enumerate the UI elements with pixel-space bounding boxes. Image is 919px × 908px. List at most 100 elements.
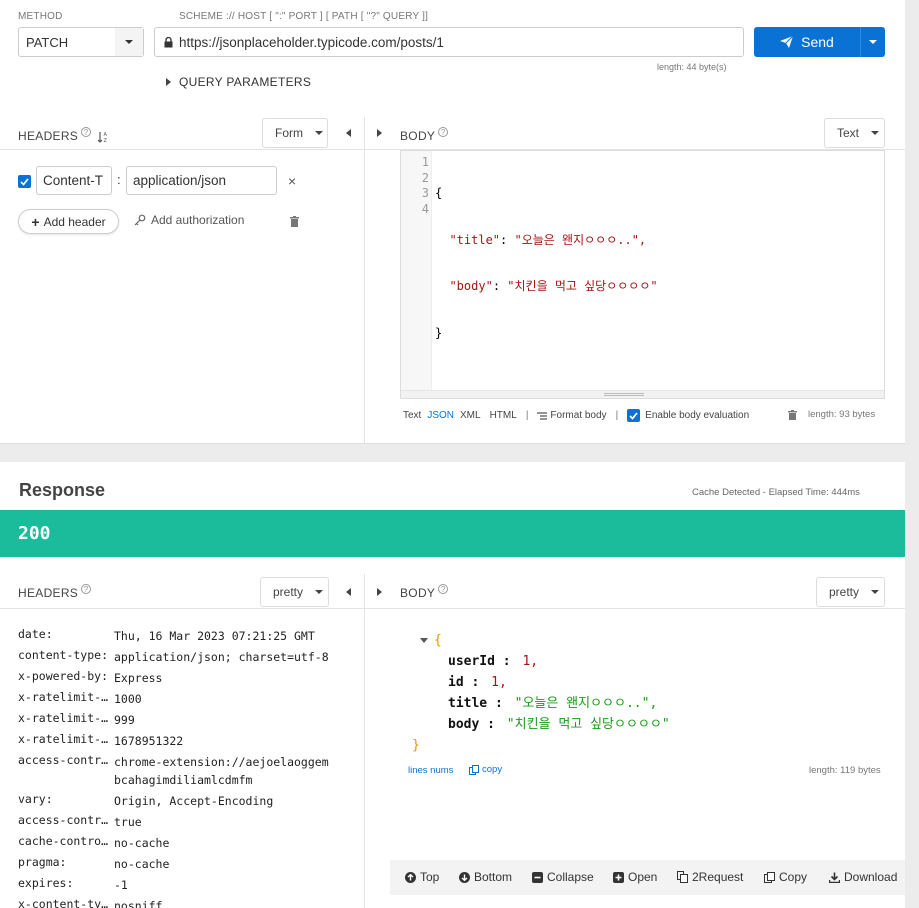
response-body-mode-dropdown[interactable]: pretty xyxy=(816,577,885,607)
to-request-button[interactable]: 2Request xyxy=(677,862,743,892)
header-key: content-type: xyxy=(18,648,109,662)
send-button[interactable]: Send xyxy=(754,27,860,57)
remove-header-icon[interactable]: × xyxy=(288,173,296,189)
collapse-left-button[interactable] xyxy=(346,588,351,596)
caret-right-icon xyxy=(166,78,171,86)
collapse-button[interactable]: Collapse xyxy=(532,862,594,892)
arrow-down-circle-icon xyxy=(459,871,470,883)
json-brace: } xyxy=(412,738,420,753)
send-label: Send xyxy=(801,34,834,50)
query-parameters-label: QUERY PARAMETERS xyxy=(179,75,312,89)
add-header-label: Add header xyxy=(43,214,106,229)
add-authorization-button[interactable]: Add authorization xyxy=(134,213,244,227)
lock-icon xyxy=(164,37,173,48)
resize-bar[interactable] xyxy=(401,390,884,398)
header-value: no-cache xyxy=(114,836,170,850)
sort-icon[interactable]: AZ xyxy=(97,131,109,144)
line-number: 2 xyxy=(421,170,429,185)
header-key: date: xyxy=(18,627,53,641)
format-html[interactable]: HTML xyxy=(490,410,517,421)
resize-handle[interactable] xyxy=(604,393,644,396)
format-body-button[interactable]: Format body xyxy=(537,410,607,421)
method-label: METHOD xyxy=(18,11,63,22)
format-body-label: Format body xyxy=(550,410,607,421)
header-name-input[interactable]: Content-T xyxy=(36,166,112,195)
trash-icon[interactable] xyxy=(290,216,299,227)
response-headers-title: HEADERS? xyxy=(18,584,92,600)
check-icon xyxy=(20,177,29,186)
scroll-top-button[interactable]: Top xyxy=(405,862,439,892)
divider xyxy=(0,608,364,609)
status-bar: 200 xyxy=(0,510,905,557)
header-enabled-checkbox[interactable] xyxy=(18,175,31,188)
url-format-label: SCHEME :// HOST [ ":" PORT ] [ PATH [ "?… xyxy=(179,11,429,22)
format-xml[interactable]: XML xyxy=(460,410,481,421)
status-code: 200 xyxy=(18,523,51,544)
header-key: x-powered-by: xyxy=(18,669,109,683)
query-parameters-toggle[interactable]: QUERY PARAMETERS xyxy=(166,75,311,89)
code-line: } xyxy=(435,325,443,340)
send-dropdown-button[interactable] xyxy=(861,27,885,57)
chevron-down-icon xyxy=(315,131,323,135)
collapse-toggle-icon[interactable] xyxy=(420,638,428,643)
header-value: application/json; charset=utf-8 xyxy=(114,650,329,664)
collapse-left-button[interactable] xyxy=(346,129,351,137)
copy-label: Copy xyxy=(779,870,808,884)
bottom-label: Bottom xyxy=(474,870,513,884)
help-icon[interactable]: ? xyxy=(438,127,449,137)
chevron-down-icon[interactable] xyxy=(115,28,143,56)
vertical-divider xyxy=(364,117,365,444)
json-value: 1, xyxy=(491,675,507,690)
help-icon[interactable]: ? xyxy=(81,127,92,137)
help-icon[interactable]: ? xyxy=(438,584,449,594)
body-editor[interactable]: 1 2 3 4 { "title": "오늘은 왠지ㅇㅇㅇ..", "body"… xyxy=(400,150,885,399)
collapse-right-button[interactable] xyxy=(377,129,382,137)
headers-mode-value: Form xyxy=(275,126,303,140)
checkbox-checked[interactable] xyxy=(627,409,641,422)
separator: | xyxy=(525,410,529,421)
chevron-down-icon xyxy=(871,590,880,594)
enable-body-evaluation-toggle[interactable]: Enable body evaluation xyxy=(627,409,749,422)
format-text[interactable]: Text xyxy=(403,410,421,421)
line-number: 3 xyxy=(421,186,429,200)
copy-button[interactable]: Copy xyxy=(764,862,807,892)
body-mode-dropdown[interactable]: Text xyxy=(824,118,885,148)
add-header-button[interactable]: + Add header xyxy=(18,209,119,234)
lines-nums-toggle[interactable]: lines nums xyxy=(408,765,453,776)
request-headers-title-text: HEADERS xyxy=(18,129,79,143)
header-value: true xyxy=(114,815,142,829)
chevron-down-icon xyxy=(869,40,877,44)
trash-icon[interactable] xyxy=(788,410,797,420)
url-input[interactable]: https://jsonplaceholder.typicode.com/pos… xyxy=(154,27,744,57)
headers-mode-dropdown[interactable]: Form xyxy=(262,118,328,148)
format-json[interactable]: JSON xyxy=(427,410,454,421)
line-numbers: 1 2 3 4 xyxy=(401,155,429,217)
header-key: pragma: xyxy=(18,855,67,869)
top-label: Top xyxy=(420,870,440,884)
copy-icon xyxy=(469,764,479,775)
response-body-length: length: 119 bytes xyxy=(809,765,881,776)
send-icon xyxy=(780,36,794,48)
help-icon[interactable]: ? xyxy=(81,584,92,594)
body-format-bar: Text JSON XML HTML | Format body | Enabl… xyxy=(403,409,749,422)
response-headers-mode-dropdown[interactable]: pretty xyxy=(260,577,329,607)
header-value: 1000 xyxy=(114,692,142,706)
enable-body-evaluation-label: Enable body evaluation xyxy=(645,410,750,421)
align-icon xyxy=(537,411,548,420)
add-authorization-label: Add authorization xyxy=(151,213,245,227)
collapse-label: Collapse xyxy=(547,870,594,884)
response-headers-title-text: HEADERS xyxy=(18,586,79,600)
method-select[interactable]: PATCH xyxy=(18,27,144,57)
download-button[interactable]: Download xyxy=(829,862,897,892)
header-value-input[interactable]: application/json xyxy=(126,166,277,195)
open-button[interactable]: Open xyxy=(613,862,657,892)
check-icon xyxy=(629,411,638,420)
line-number: 1 xyxy=(421,155,429,169)
collapse-right-button[interactable] xyxy=(377,588,382,596)
header-value: Origin, Accept-Encoding xyxy=(114,794,274,808)
scroll-bottom-button[interactable]: Bottom xyxy=(459,862,512,892)
code-string: "치킨을 먹고 싶당ㅇㅇㅇㅇ" xyxy=(507,279,658,293)
minus-square-icon xyxy=(532,871,543,883)
copy-link[interactable]: copy xyxy=(469,764,502,775)
